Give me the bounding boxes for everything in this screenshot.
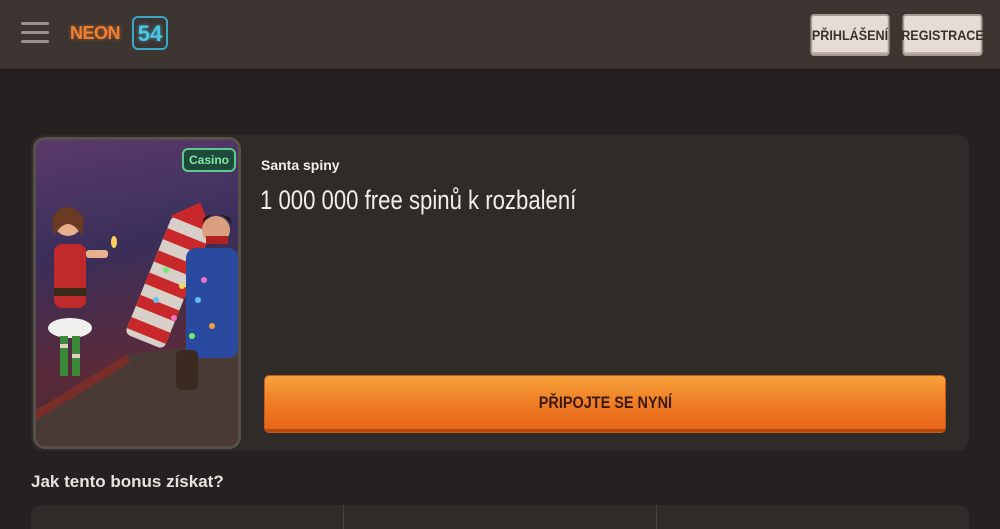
join-now-label: PŘIPOJTE SE NYNÍ [538,392,672,412]
hamburger-menu-icon[interactable] [21,20,49,46]
join-now-button[interactable]: PŘIPOJTE SE NYNÍ [265,376,945,432]
top-header: NEON 54 PŘIHLÁŠENÍ REGISTRACE [0,0,1000,70]
bonus-title: 1 000 000 free spinů k rozbalení [260,185,577,215]
bonus-thumbnail[interactable]: Casino [33,137,241,449]
bonus-card: Casino Santa spiny 1 000 000 free spinů … [31,135,969,451]
site-logo[interactable]: NEON 54 [70,14,170,54]
register-button[interactable]: REGISTRACE [901,14,984,56]
how-to-steps [31,505,969,529]
how-to-heading: Jak tento bonus získat? [31,472,224,491]
bonus-subtitle: Santa spiny [261,157,340,173]
logo-text: NEON [70,23,121,43]
how-to-step [657,505,969,529]
casino-badge: Casino [182,148,237,172]
santa-spins-artwork [36,202,238,446]
how-to-step [344,505,657,529]
login-button[interactable]: PŘIHLÁŠENÍ [810,14,890,56]
logo-number: 54 [132,16,168,50]
how-to-step [31,505,344,529]
